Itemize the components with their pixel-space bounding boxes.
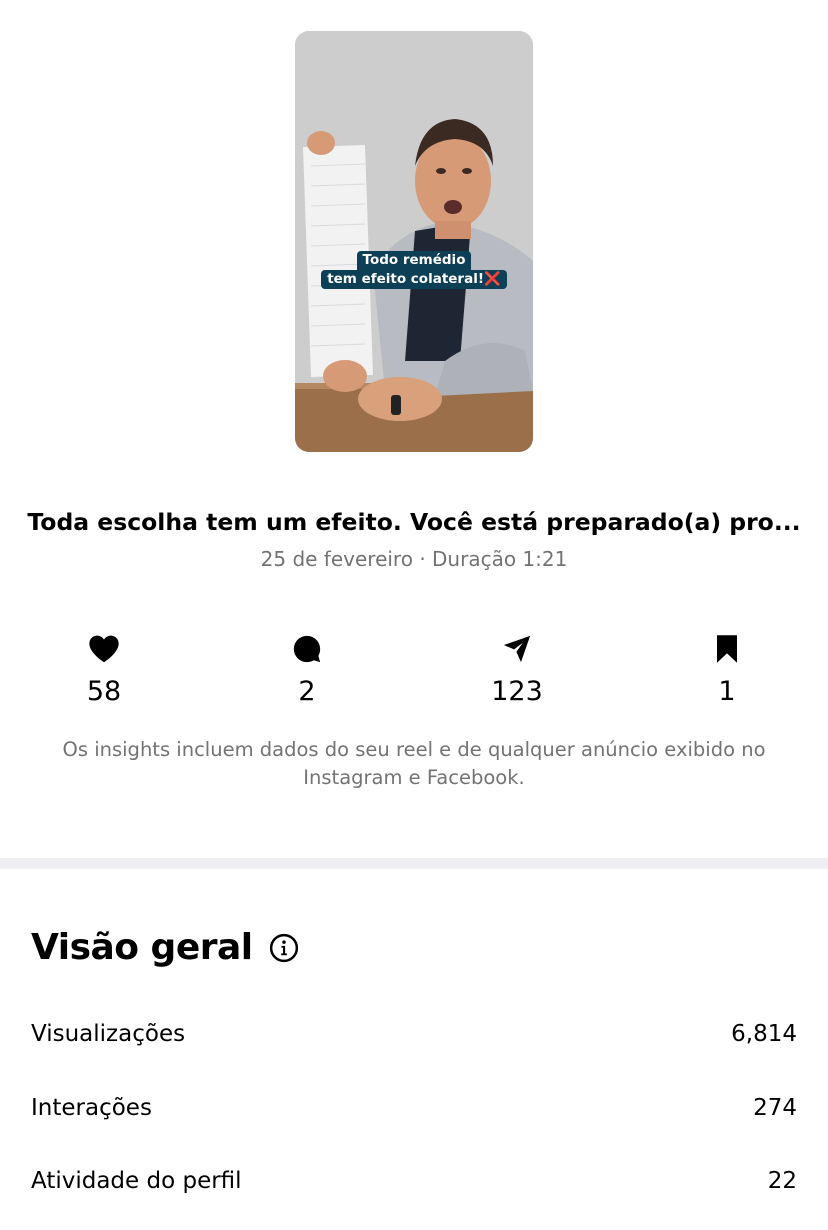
- paper-plane-icon: [502, 634, 532, 664]
- overview-row-value: 22: [767, 1168, 797, 1194]
- shares-count: 123: [491, 676, 543, 707]
- heart-icon: [88, 634, 120, 664]
- overview-row-profile-activity[interactable]: Atividade do perfil 22: [31, 1166, 797, 1196]
- reel-date-duration: 25 de fevereiro · Duração 1:21: [260, 547, 568, 571]
- overview-header: Visão geral: [31, 925, 299, 971]
- overview-row-interactions[interactable]: Interações 274: [31, 1093, 797, 1123]
- overlay-line-2-text: tem efeito colateral!: [327, 271, 484, 287]
- overview-row-label: Interações: [31, 1095, 152, 1121]
- saves-count: 1: [718, 676, 736, 707]
- overview-row-value: 274: [753, 1095, 797, 1121]
- cross-mark-icon: ❌: [483, 271, 501, 287]
- overview-title: Visão geral: [31, 927, 253, 968]
- shares-stat[interactable]: 123: [457, 634, 577, 708]
- comments-stat[interactable]: 2: [247, 634, 367, 708]
- overlay-line-2: tem efeito colateral!❌: [321, 270, 507, 289]
- likes-count: 58: [86, 676, 122, 707]
- saves-stat[interactable]: 1: [667, 634, 787, 708]
- reel-thumbnail-image: [295, 31, 533, 452]
- overview-row-label: Visualizações: [31, 1021, 186, 1047]
- reel-caption-title: Toda escolha tem um efeito. Você está pr…: [27, 508, 801, 536]
- insights-disclaimer: Os insights incluem dados do seu reel e …: [62, 738, 766, 789]
- info-circle-icon[interactable]: [269, 933, 299, 963]
- overlay-line-1: Todo remédio: [356, 251, 472, 270]
- reel-thumbnail[interactable]: Todo remédio tem efeito colateral!❌: [295, 31, 533, 452]
- comments-count: 2: [298, 676, 316, 707]
- comment-bubble-icon: [292, 634, 322, 664]
- bookmark-icon: [714, 634, 740, 664]
- overview-row-value: 6,814: [731, 1021, 797, 1047]
- overview-row-label: Atividade do perfil: [31, 1168, 242, 1194]
- overview-row-views[interactable]: Visualizações 6,814: [31, 1019, 797, 1049]
- likes-stat[interactable]: 58: [44, 634, 164, 708]
- reel-overlay-caption: Todo remédio tem efeito colateral!❌: [295, 251, 533, 289]
- section-divider: [0, 858, 828, 869]
